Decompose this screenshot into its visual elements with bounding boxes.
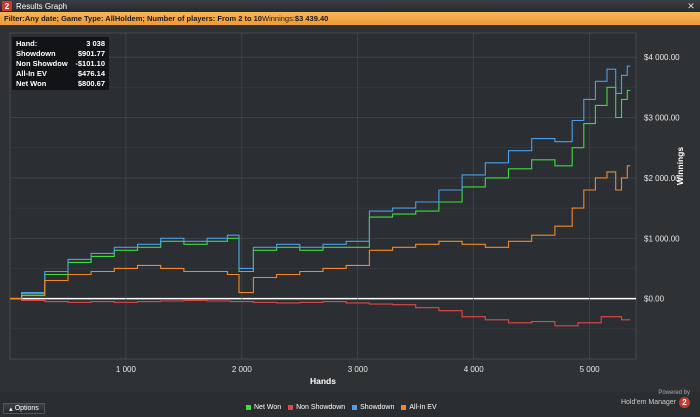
stat-row-all-in-ev: All-In EV $476.14 <box>16 69 105 79</box>
stat-value: $476.14 <box>77 69 105 78</box>
stat-label: Hand: <box>16 39 38 48</box>
legend-item-all-in-ev[interactable]: All-In EV <box>401 404 437 411</box>
stat-label: Net Won <box>16 79 47 88</box>
app-logo-icon: 2 <box>2 1 12 11</box>
window-title: Results Graph <box>16 1 68 11</box>
y-axis-title: Winnings <box>675 147 685 185</box>
x-tick-label: 5 000 <box>580 365 601 374</box>
stat-value: $800.67 <box>77 79 105 88</box>
legend-label: Net Won <box>254 404 282 411</box>
close-icon[interactable]: ✕ <box>684 1 698 11</box>
winnings-value: $3 439.40 <box>294 14 329 23</box>
y-tick-label: $4 000.00 <box>644 53 680 62</box>
brand-name: Hold'em Manager 2 <box>621 397 690 408</box>
x-tick-label: 1 000 <box>116 365 137 374</box>
stat-row-showdown: Showdown $901.77 <box>16 49 105 59</box>
stat-value: $901.77 <box>77 49 105 58</box>
holdem-manager-logo-icon: 2 <box>679 397 690 408</box>
stat-label: All-In EV <box>16 69 47 78</box>
filter-text: Any date; Game Type: AllHoldem; Number o… <box>24 14 262 23</box>
filter-label: Filter: <box>4 14 25 23</box>
x-tick-label: 3 000 <box>348 365 369 374</box>
powered-by-text: Powered by <box>658 390 690 396</box>
stat-row-hand: Hand: 3 038 <box>16 39 105 49</box>
chart-legend: Net Won Non Showdown Showdown All-In EV <box>246 404 437 411</box>
legend-swatch <box>352 405 358 410</box>
legend-item-showdown[interactable]: Showdown <box>352 404 394 411</box>
options-button[interactable]: ▴ Options <box>3 403 45 414</box>
legend-item-non-showdown[interactable]: Non Showdown <box>288 404 345 411</box>
stat-label: Non Showdow <box>16 59 68 68</box>
y-tick-label: $3 000.00 <box>644 114 680 123</box>
legend-swatch <box>246 405 251 410</box>
stat-row-net-won: Net Won $800.67 <box>16 79 105 89</box>
brand-mark: Powered by Hold'em Manager 2 <box>621 390 690 408</box>
winnings-label: Winnings: <box>261 14 295 23</box>
legend-label: All-In EV <box>409 404 437 411</box>
x-tick-label: 4 000 <box>464 365 485 374</box>
stat-value: -$101.10 <box>75 59 105 68</box>
legend-item-net-won[interactable]: Net Won <box>246 404 281 411</box>
y-tick-label: $0.00 <box>644 295 665 304</box>
legend-label: Non Showdown <box>296 404 346 411</box>
window-titlebar: 2 Results Graph ✕ <box>0 0 700 12</box>
options-arrow-icon: ▴ <box>9 405 13 413</box>
x-axis-title: Hands <box>310 376 336 386</box>
stat-label: Showdown <box>16 49 56 58</box>
options-label: Options <box>14 405 39 412</box>
filter-bar: Filter: Any date; Game Type: AllHoldem; … <box>0 12 700 25</box>
legend-label: Showdown <box>360 404 395 411</box>
stat-value: 3 038 <box>86 39 105 48</box>
brand-name-text: Hold'em Manager <box>620 399 676 406</box>
stat-row-non-showdown: Non Showdow -$101.10 <box>16 59 105 69</box>
y-tick-label: $1 000.00 <box>644 234 680 243</box>
legend-swatch <box>401 405 407 410</box>
x-tick-label: 2 000 <box>232 365 253 374</box>
stats-tooltip: Hand: 3 038 Showdown $901.77 Non Showdow… <box>12 37 109 90</box>
legend-swatch <box>288 405 294 410</box>
bottom-bar: ▴ Options Net Won Non Showdown Showdown … <box>0 390 700 417</box>
